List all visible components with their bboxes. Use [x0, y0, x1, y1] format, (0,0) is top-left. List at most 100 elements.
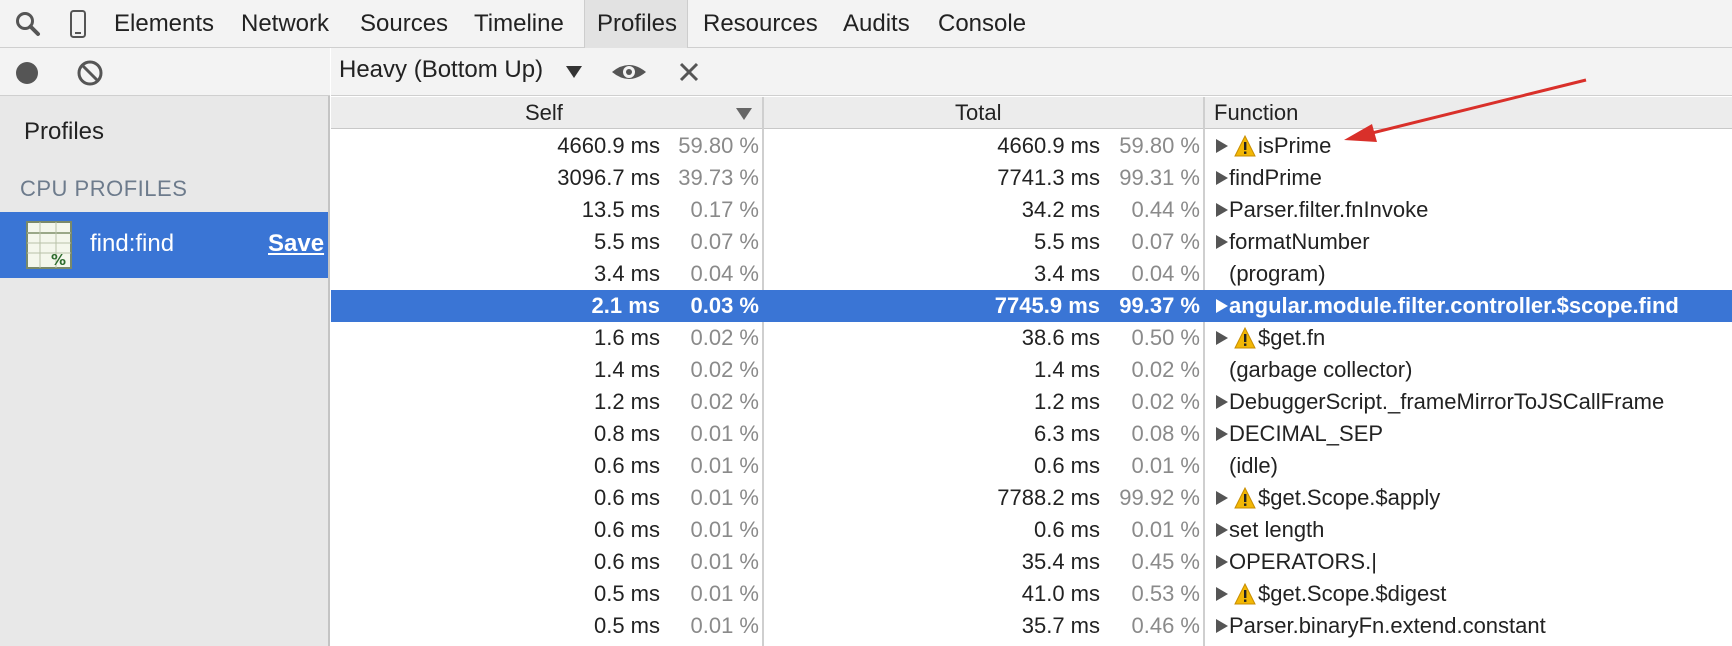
close-icon[interactable]	[677, 60, 701, 84]
expand-triangle-icon[interactable]	[1216, 171, 1228, 185]
expand-triangle-icon[interactable]	[1216, 523, 1228, 537]
total-percent: 0.01 %	[1131, 453, 1201, 478]
function-name: $get.Scope.$digest	[1258, 581, 1447, 606]
sort-descending-icon[interactable]	[735, 107, 753, 121]
total-time: 35.7 ms	[1021, 613, 1100, 638]
self-percent: 0.01 %	[690, 581, 760, 606]
function-name: isPrime	[1258, 133, 1332, 158]
expand-triangle-icon[interactable]	[1216, 139, 1228, 153]
total-time: 1.2 ms	[1033, 389, 1100, 414]
record-icon[interactable]	[14, 60, 40, 86]
function-name: (program)	[1229, 261, 1326, 286]
tab-elements[interactable]: Elements	[102, 0, 226, 48]
tab-sources[interactable]: Sources	[348, 0, 460, 48]
total-time: 0.6 ms	[1033, 517, 1100, 542]
warning-icon	[1234, 583, 1256, 605]
table-row[interactable]: 0.6 ms 0.01 % 0.6 ms 0.01 % (idle)	[331, 450, 1732, 482]
table-row[interactable]: 13.5 ms 0.17 % 34.2 ms 0.44 % Parser.filter.…	[331, 194, 1732, 226]
function-name: (idle)	[1229, 453, 1278, 478]
clear-icon[interactable]	[76, 59, 104, 87]
tab-timeline[interactable]: Timeline	[462, 0, 582, 48]
expand-triangle-icon[interactable]	[1216, 619, 1228, 633]
expand-triangle-icon[interactable]	[1216, 587, 1228, 601]
save-profile-link[interactable]: Save	[268, 230, 324, 258]
table-row[interactable]: 1.6 ms 0.02 % 38.6 ms 0.50 % $get.fn	[331, 322, 1732, 354]
self-percent: 0.02 %	[690, 325, 760, 350]
table-row[interactable]: 1.4 ms 0.02 % 1.4 ms 0.02 % (garbage collect…	[331, 354, 1732, 386]
total-percent: 0.04 %	[1131, 261, 1201, 286]
total-time: 3.4 ms	[1033, 261, 1100, 286]
total-percent: 0.45 %	[1131, 549, 1201, 574]
total-percent: 0.50 %	[1131, 325, 1201, 350]
total-time: 7745.9 ms	[994, 293, 1100, 318]
sidebar-item-cpu-profile[interactable]: % find:find Save	[0, 212, 328, 278]
total-time: 38.6 ms	[1021, 325, 1100, 350]
self-time: 13.5 ms	[581, 197, 660, 222]
table-row[interactable]: 0.8 ms 0.01 % 6.3 ms 0.08 % DECIMAL_SEP	[331, 418, 1732, 450]
expand-triangle-icon[interactable]	[1216, 395, 1228, 409]
total-percent: 0.53 %	[1131, 581, 1201, 606]
self-percent: 0.01 %	[690, 613, 760, 638]
table-row[interactable]: 5.5 ms 0.07 % 5.5 ms 0.07 % formatNumber	[331, 226, 1732, 258]
table-row[interactable]: 3.4 ms 0.04 % 3.4 ms 0.04 % (program)	[331, 258, 1732, 290]
expand-triangle-icon[interactable]	[1216, 203, 1228, 217]
expand-triangle-icon[interactable]	[1216, 555, 1228, 569]
self-percent: 0.01 %	[690, 517, 760, 542]
table-row[interactable]: 4660.9 ms 59.80 % 4660.9 ms 59.80 % isPrime	[331, 130, 1732, 162]
self-percent: 0.03 %	[690, 293, 760, 318]
self-percent: 0.07 %	[690, 229, 760, 254]
total-time: 5.5 ms	[1033, 229, 1100, 254]
tab-network[interactable]: Network	[229, 0, 345, 48]
table-row[interactable]: 2.1 ms 0.03 % 7745.9 ms 99.37 % angular.modu…	[331, 290, 1732, 322]
total-percent: 99.92 %	[1119, 485, 1200, 510]
profile-view-toolbar: Heavy (Bottom Up)	[331, 48, 1732, 96]
search-icon[interactable]	[12, 8, 44, 40]
self-time: 4660.9 ms	[557, 133, 660, 158]
tab-console[interactable]: Console	[926, 0, 1034, 48]
eye-icon[interactable]	[609, 56, 649, 88]
self-percent: 0.02 %	[690, 389, 760, 414]
table-row[interactable]: 3096.7 ms 39.73 % 7741.3 ms 99.31 % findPrim…	[331, 162, 1732, 194]
column-header-total[interactable]: Total	[955, 97, 1001, 129]
column-header-self[interactable]: Self	[525, 97, 563, 129]
self-percent: 0.01 %	[690, 453, 760, 478]
total-time: 34.2 ms	[1021, 197, 1100, 222]
sidebar-title[interactable]: Profiles	[24, 118, 104, 146]
function-name: DECIMAL_SEP	[1229, 421, 1384, 446]
data-grid-header: Self Total Function	[331, 97, 1732, 129]
expand-triangle-icon[interactable]	[1216, 235, 1228, 249]
self-time: 0.8 ms	[593, 421, 660, 446]
expand-triangle-icon[interactable]	[1216, 427, 1228, 441]
total-time: 41.0 ms	[1021, 581, 1100, 606]
self-time: 3096.7 ms	[557, 165, 660, 190]
self-percent: 0.17 %	[690, 197, 760, 222]
dropdown-arrow-icon[interactable]	[565, 64, 583, 80]
self-percent: 0.01 %	[690, 421, 760, 446]
total-percent: 99.37 %	[1119, 293, 1200, 318]
table-row[interactable]: 0.5 ms 0.01 % 41.0 ms 0.53 % $get.Scope.$dig…	[331, 578, 1732, 610]
table-row[interactable]: 0.6 ms 0.01 % 0.6 ms 0.01 % set length	[331, 514, 1732, 546]
total-percent: 0.02 %	[1131, 389, 1201, 414]
self-time: 0.6 ms	[593, 453, 660, 478]
tab-audits[interactable]: Audits	[831, 0, 923, 48]
profiles-toolbar	[0, 48, 330, 96]
function-name: formatNumber	[1229, 229, 1370, 254]
device-mode-icon[interactable]	[62, 8, 94, 40]
view-mode-select[interactable]: Heavy (Bottom Up)	[339, 56, 543, 84]
column-header-function[interactable]: Function	[1214, 97, 1298, 129]
total-percent: 0.02 %	[1131, 357, 1201, 382]
self-time: 5.5 ms	[593, 229, 660, 254]
function-name: set length	[1229, 517, 1325, 542]
table-row[interactable]: 0.6 ms 0.01 % 7788.2 ms 99.92 % $get.Scope.$…	[331, 482, 1732, 514]
tab-resources[interactable]: Resources	[691, 0, 829, 48]
table-row[interactable]: 1.2 ms 0.02 % 1.2 ms 0.02 % DebuggerScript._…	[331, 386, 1732, 418]
expand-triangle-icon[interactable]	[1216, 491, 1228, 505]
total-time: 0.6 ms	[1033, 453, 1100, 478]
tab-profiles[interactable]: Profiles	[584, 0, 688, 48]
self-percent: 0.01 %	[690, 485, 760, 510]
expand-triangle-icon[interactable]	[1216, 331, 1228, 345]
function-name: $get.Scope.$apply	[1258, 485, 1441, 510]
table-row[interactable]: 0.6 ms 0.01 % 35.4 ms 0.45 % OPERATORS.|	[331, 546, 1732, 578]
table-row[interactable]: 0.5 ms 0.01 % 35.7 ms 0.46 % Parser.binaryFn…	[331, 610, 1732, 642]
expand-triangle-icon[interactable]	[1216, 299, 1228, 313]
